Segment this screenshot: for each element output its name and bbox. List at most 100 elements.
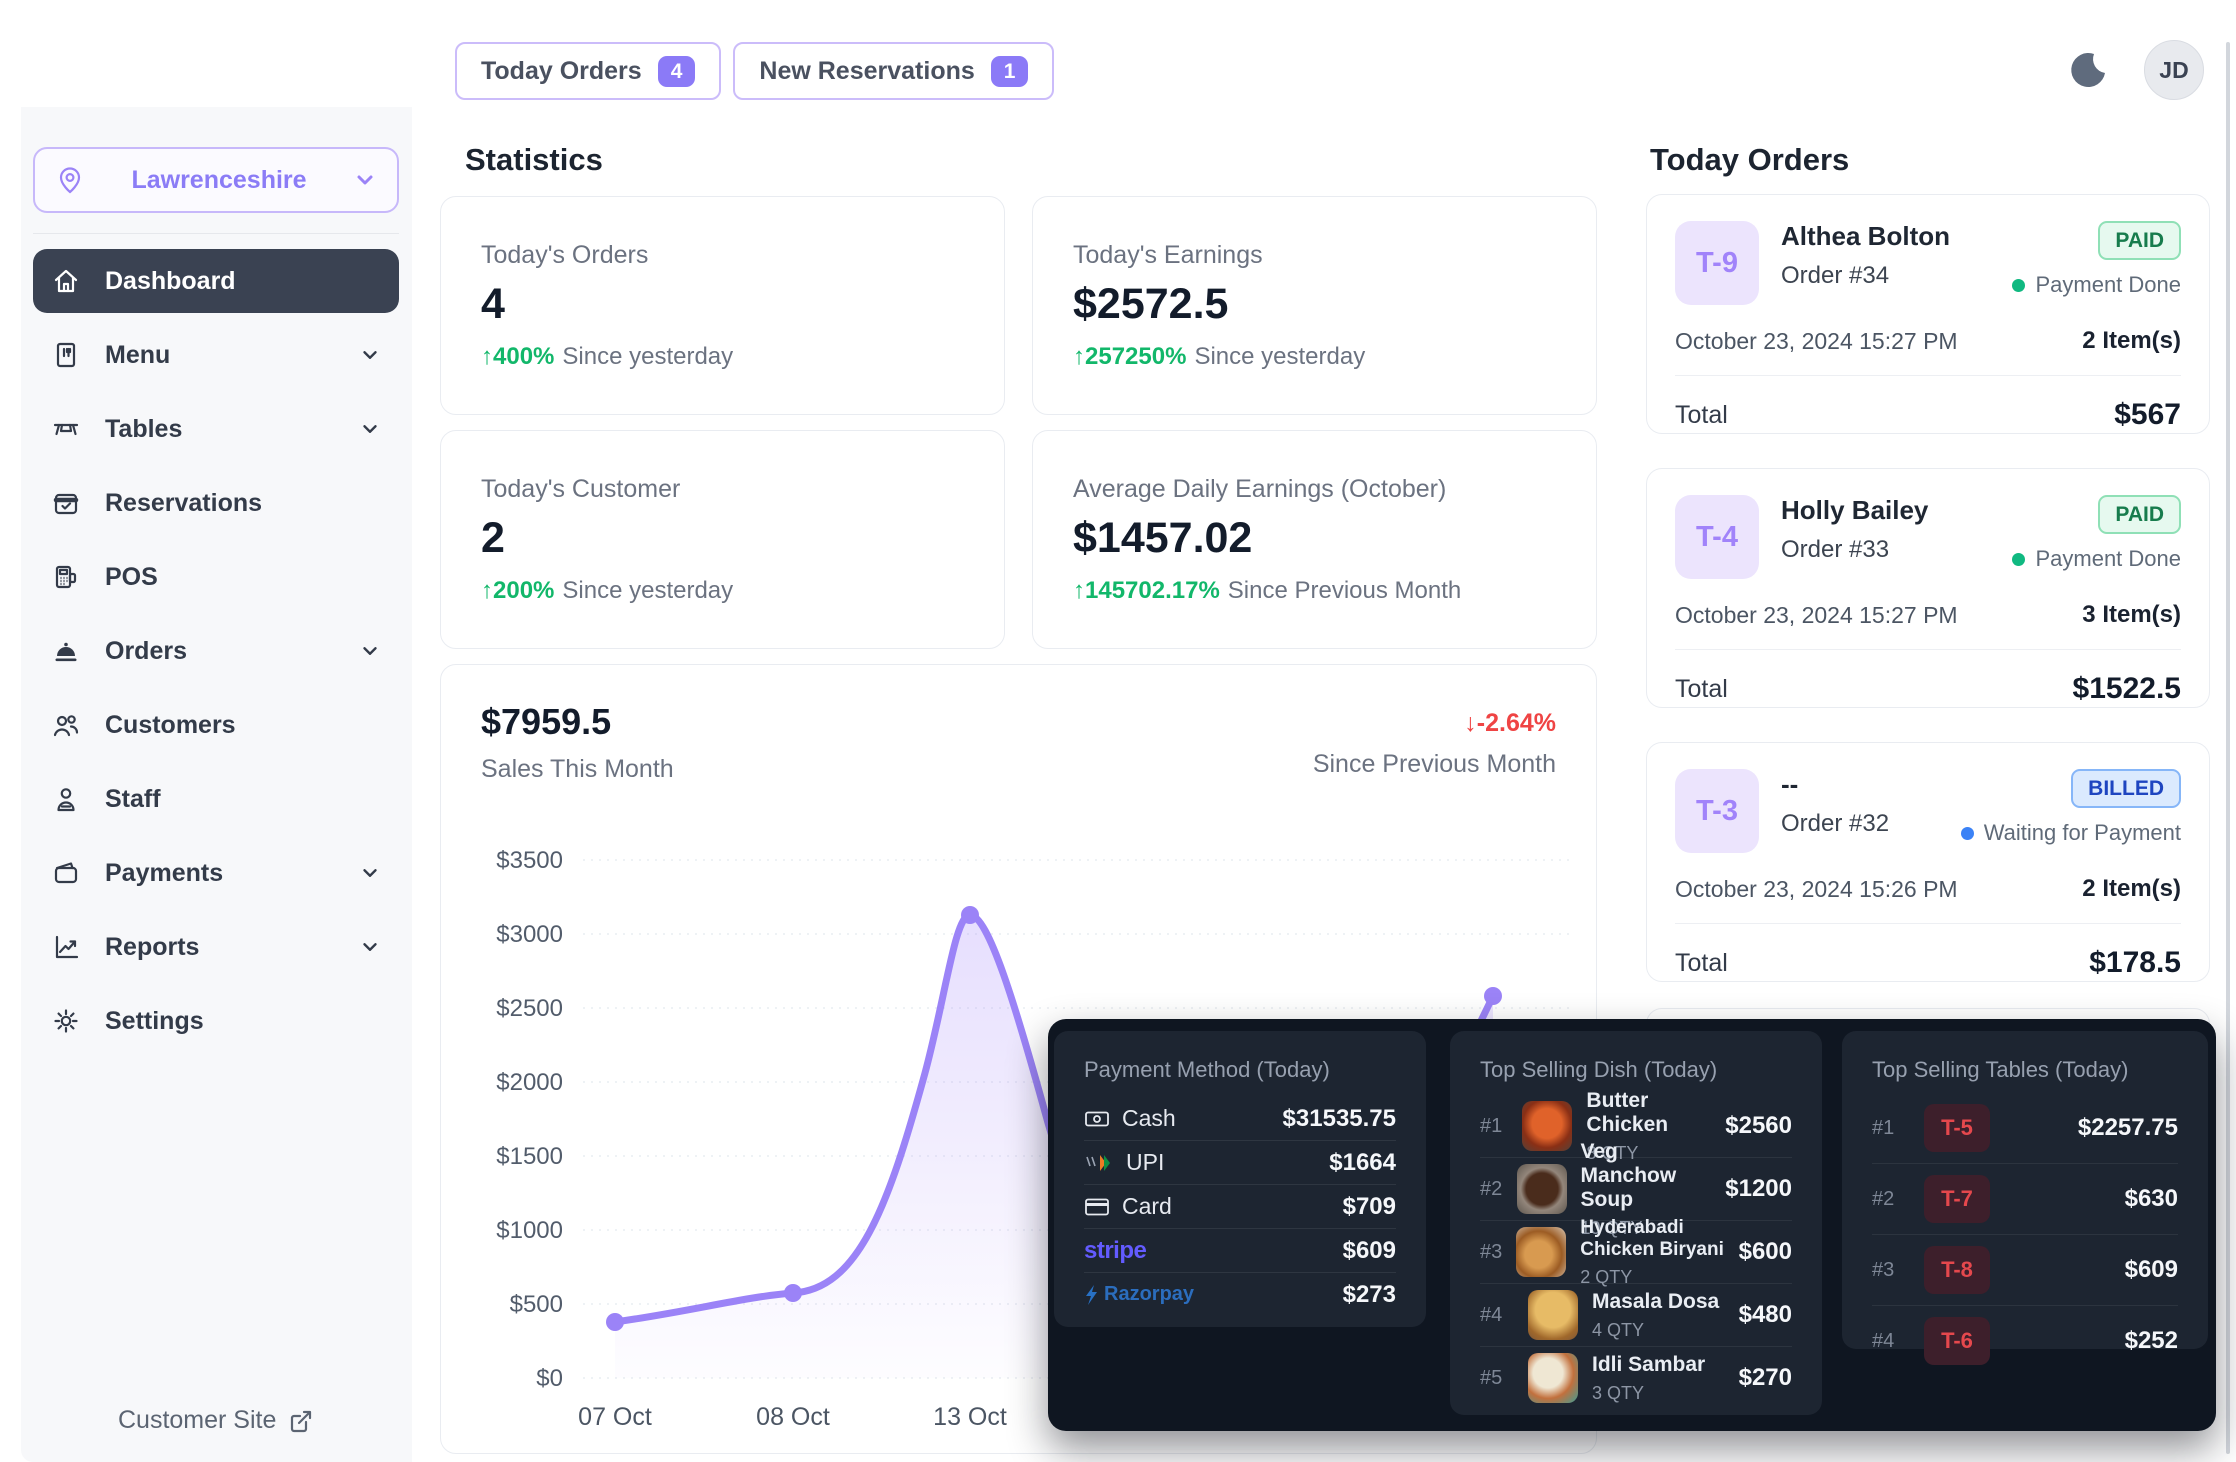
sidebar-item-pos[interactable]: POS	[33, 545, 399, 609]
dish-row: #2 Veg Manchow Soup10 QTY $1200	[1480, 1157, 1792, 1220]
table-row: #4 T-6 $252	[1872, 1305, 2178, 1376]
statistics-title: Statistics	[465, 142, 603, 178]
home-icon	[51, 266, 81, 296]
dish-amount: $2560	[1725, 1112, 1792, 1140]
data-point	[961, 906, 979, 924]
table-rank: #2	[1872, 1188, 1906, 1211]
insights-overlay: Payment Method (Today) Cash $31535.75 UP…	[1048, 1019, 2216, 1431]
table-amount: $630	[2125, 1185, 2178, 1213]
payment-method-name: Razorpay	[1104, 1283, 1194, 1306]
dish-amount: $270	[1739, 1364, 1792, 1392]
table-badge: T-7	[1924, 1175, 1990, 1223]
payment-method-name: UPI	[1126, 1149, 1164, 1176]
x-tick: 07 Oct	[578, 1403, 652, 1431]
sidebar-item-menu[interactable]: Menu	[33, 323, 399, 387]
total-amount: $1522.5	[2073, 672, 2181, 706]
sidebar-item-tables[interactable]: Tables	[33, 397, 399, 461]
order-card[interactable]: T-4 Holly Bailey Order #33 PAID Payment …	[1646, 468, 2210, 708]
y-tick: $500	[510, 1291, 563, 1318]
customer-name: Althea Bolton	[1781, 221, 1950, 252]
divider	[1675, 923, 2181, 924]
sidebar-item-payments[interactable]: Payments	[33, 841, 399, 905]
dish-photo	[1517, 1164, 1567, 1214]
sidebar-divider	[33, 233, 399, 234]
status-dot	[2012, 553, 2025, 566]
total-label: Total	[1675, 401, 1728, 430]
pos-terminal-icon	[51, 562, 81, 592]
stat-delta: ↑257250%	[1073, 343, 1186, 370]
sidebar-item-label: Reservations	[105, 489, 262, 518]
stat-delta-note: Since Previous Month	[1228, 577, 1461, 604]
dish-rank: #3	[1480, 1241, 1502, 1264]
order-number: Order #33	[1781, 536, 1928, 564]
sidebar-item-dashboard[interactable]: Dashboard	[33, 249, 399, 313]
sidebar-item-label: Payments	[105, 859, 223, 888]
theme-toggle-button[interactable]	[2063, 46, 2111, 94]
order-datetime: October 23, 2024 15:27 PM	[1675, 328, 1958, 355]
sidebar-item-reservations[interactable]: Reservations	[33, 471, 399, 535]
customer-site-link[interactable]: Customer Site	[118, 1406, 314, 1435]
data-point	[784, 1284, 802, 1302]
status-badge: PAID	[2098, 495, 2181, 534]
sidebar-item-label: Settings	[105, 1007, 204, 1036]
sidebar-item-label: Menu	[105, 341, 170, 370]
sidebar-item-orders[interactable]: Orders	[33, 619, 399, 683]
staff-person-icon	[51, 784, 81, 814]
dish-photo	[1528, 1290, 1578, 1340]
payment-row-cash: Cash $31535.75	[1084, 1097, 1396, 1140]
chevron-down-icon	[359, 344, 381, 366]
new-reservations-button-label: New Reservations	[759, 57, 974, 86]
stat-delta: ↑400%	[481, 343, 554, 370]
payment-method-name: Cash	[1122, 1105, 1176, 1132]
stat-label: Today's Customer	[481, 475, 964, 504]
chevron-down-icon	[359, 640, 381, 662]
sidebar-item-label: Staff	[105, 785, 161, 814]
sidebar-item-reports[interactable]: Reports	[33, 915, 399, 979]
total-label: Total	[1675, 949, 1728, 978]
dish-row: #5 Idli Sambar3 QTY $270	[1480, 1346, 1792, 1409]
status-dot	[2012, 279, 2025, 292]
top-selling-tables-panel: Top Selling Tables (Today) #1 T-5 $2257.…	[1842, 1031, 2208, 1349]
order-card[interactable]: T-3 -- Order #32 BILLED Waiting for Paym…	[1646, 742, 2210, 982]
sidebar-item-staff[interactable]: Staff	[33, 767, 399, 831]
dish-qty: 4 QTY	[1592, 1320, 1719, 1341]
cash-icon	[1084, 1106, 1110, 1132]
menu-book-icon	[51, 340, 81, 370]
new-reservations-button[interactable]: New Reservations 1	[733, 42, 1054, 100]
sidebar-item-label: Reports	[105, 933, 199, 962]
divider	[1675, 375, 2181, 376]
sales-total: $7959.5	[481, 701, 674, 743]
stat-label: Average Daily Earnings (October)	[1073, 475, 1556, 504]
stat-label: Today's Earnings	[1073, 241, 1556, 270]
dish-amount: $480	[1739, 1301, 1792, 1329]
y-tick: $3500	[496, 847, 563, 874]
payment-amount: $273	[1343, 1281, 1396, 1309]
table-row: #1 T-5 $2257.75	[1872, 1093, 2178, 1163]
payment-row-upi: UPI $1664	[1084, 1140, 1396, 1184]
cloche-icon	[51, 636, 81, 666]
divider	[1675, 649, 2181, 650]
order-number: Order #32	[1781, 810, 1889, 838]
user-avatar[interactable]: JD	[2144, 40, 2204, 100]
payment-method-title: Payment Method (Today)	[1084, 1057, 1396, 1083]
upi-logo-icon	[1084, 1153, 1114, 1173]
x-tick: 08 Oct	[756, 1403, 830, 1431]
payment-amount: $31535.75	[1283, 1105, 1396, 1133]
page-scrollbar[interactable]	[2226, 42, 2230, 1454]
order-card[interactable]: T-9 Althea Bolton Order #34 PAID Payment…	[1646, 194, 2210, 434]
status-dot	[1961, 827, 1974, 840]
gear-icon	[51, 1006, 81, 1036]
sidebar-item-label: Tables	[105, 415, 182, 444]
total-amount: $567	[2114, 398, 2181, 432]
stat-value: 4	[481, 280, 964, 329]
today-orders-button-label: Today Orders	[481, 57, 642, 86]
sidebar-item-settings[interactable]: Settings	[33, 989, 399, 1053]
table-rank: #1	[1872, 1117, 1906, 1140]
sidebar-item-customers[interactable]: Customers	[33, 693, 399, 757]
table-amount: $2257.75	[2078, 1114, 2178, 1142]
today-orders-button[interactable]: Today Orders 4	[455, 42, 721, 100]
top-dish-title: Top Selling Dish (Today)	[1480, 1057, 1792, 1083]
y-tick: $2500	[496, 995, 563, 1022]
location-selector[interactable]: Lawrenceshire	[33, 147, 399, 213]
dish-amount: $1200	[1725, 1175, 1792, 1203]
